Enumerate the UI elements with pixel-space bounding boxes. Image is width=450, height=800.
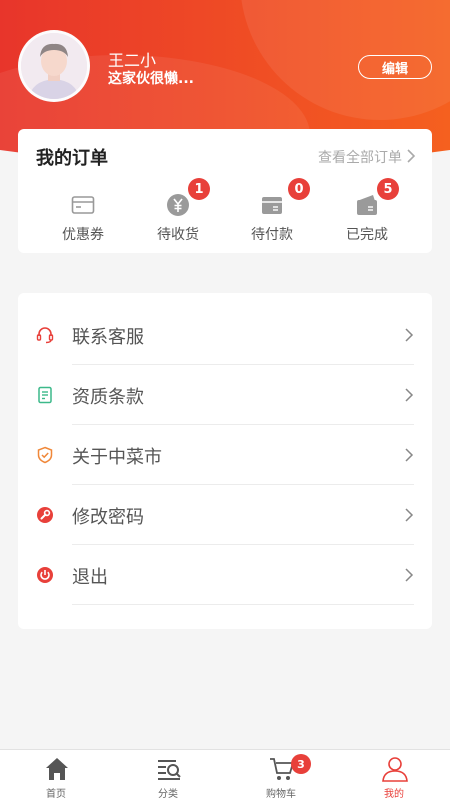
wallet-check-icon: [357, 195, 377, 215]
order-badge: 0: [288, 178, 310, 200]
cart-badge: 3: [291, 754, 311, 774]
bottom-tab-bar: 首页 分类 3 购物车 我的: [0, 749, 450, 800]
tab-label: 分类: [158, 789, 178, 800]
order-badge: 1: [188, 178, 210, 200]
menu-item-label: 资质条款: [72, 387, 144, 408]
avatar[interactable]: [18, 30, 90, 102]
headset-icon: [36, 327, 54, 344]
coupon-card-icon: [71, 196, 95, 214]
tab-mine[interactable]: 我的: [338, 750, 450, 800]
chevron-right-icon: [405, 508, 414, 522]
order-to-pay[interactable]: 0 待付款: [232, 178, 312, 247]
edit-profile-button[interactable]: 编辑: [358, 55, 432, 79]
menu-item-label: 联系客服: [72, 327, 144, 348]
order-badge: 5: [377, 178, 399, 200]
chevron-right-icon: [405, 448, 414, 462]
menu-item-label: 退出: [72, 567, 108, 588]
view-all-orders-link[interactable]: 查看全部订单: [318, 147, 402, 167]
menu-item-contact-service[interactable]: 联系客服: [18, 305, 432, 365]
yen-coin-icon: [167, 194, 189, 216]
order-completed[interactable]: 5 已完成: [327, 178, 407, 247]
order-to-receive[interactable]: 1 待收货: [138, 178, 218, 247]
document-icon: [38, 386, 52, 404]
avatar-person-icon: [21, 33, 87, 99]
home-icon: [46, 758, 68, 780]
menu-item-change-password[interactable]: 修改密码: [18, 485, 432, 545]
user-icon: [382, 757, 408, 782]
category-search-icon: [158, 760, 181, 780]
tab-home[interactable]: 首页: [0, 750, 112, 800]
wrench-icon: [37, 507, 53, 523]
orders-title: 我的订单: [36, 148, 108, 169]
chevron-right-icon[interactable]: [406, 148, 416, 164]
menu-item-label: 关于中菜市: [72, 447, 162, 468]
menu-item-about[interactable]: 关于中菜市: [18, 425, 432, 485]
menu-item-label: 修改密码: [72, 507, 144, 528]
chevron-right-icon: [405, 328, 414, 342]
wallet-box-icon: [262, 197, 282, 214]
order-coupon[interactable]: 优惠券: [43, 191, 123, 247]
order-label: 待收货: [157, 227, 199, 243]
tab-label: 购物车: [266, 789, 296, 800]
user-signature: 这家伙很懒...: [108, 71, 194, 87]
divider: [72, 604, 414, 605]
menu-item-logout[interactable]: 退出: [18, 545, 432, 605]
settings-menu: 联系客服 资质条款 关于中菜市 修改密码 退出: [18, 293, 432, 629]
power-icon: [37, 567, 53, 583]
menu-item-qualification-terms[interactable]: 资质条款: [18, 365, 432, 425]
shield-check-icon: [37, 446, 53, 464]
tab-label: 首页: [46, 789, 66, 800]
order-label: 已完成: [346, 227, 388, 243]
chevron-right-icon: [405, 568, 414, 582]
order-label: 待付款: [251, 227, 293, 243]
tab-label: 我的: [384, 789, 404, 800]
chevron-right-icon: [405, 388, 414, 402]
tab-category[interactable]: 分类: [112, 750, 224, 800]
tab-cart[interactable]: 3 购物车: [225, 750, 337, 800]
orders-card: 我的订单 查看全部订单 优惠券 1 待收货 0 待付款 5 已完成: [18, 129, 432, 253]
order-label: 优惠券: [62, 227, 104, 243]
